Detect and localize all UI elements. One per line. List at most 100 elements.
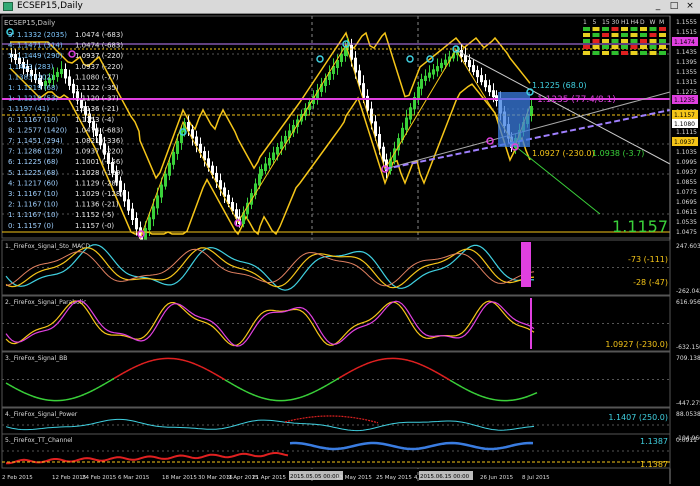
bb-segment: [147, 361, 150, 362]
candle-body: [409, 107, 412, 119]
bb-segment: [369, 362, 372, 363]
bb-segment: [39, 398, 42, 399]
signal-cell: [659, 39, 666, 43]
level-value: 1.1080 (-77): [75, 73, 119, 81]
candle-body: [340, 54, 343, 62]
level-value: 1.0474 (-683): [75, 31, 123, 39]
level-value: 1.1122 (-35): [75, 84, 119, 92]
signal-cell: [631, 39, 638, 43]
signal-cell: [650, 33, 657, 37]
level-label: 6: 1.1225 (68): [8, 158, 58, 166]
timeframe-header: D: [640, 19, 645, 26]
time-tick: 21 Apr 2015: [252, 475, 287, 481]
candle-body: [172, 152, 175, 165]
signal-cell: [583, 45, 590, 49]
indicator-scale-top: 0.0911: [676, 437, 697, 444]
signal-cell: [583, 33, 590, 37]
candle-body: [432, 69, 435, 74]
bb-segment: [33, 396, 36, 397]
level-value: 1.1136 (-21): [75, 105, 119, 113]
level-label: 2: 1.1167 (10): [8, 201, 58, 209]
candle-body: [428, 73, 431, 78]
bb-segment: [258, 397, 261, 398]
price-marker-label: 1.1235: [674, 97, 695, 104]
signal-cell: [593, 27, 600, 31]
time-axis: 2 Feb 201512 Feb 201524 Feb 20156 Mar 20…: [2, 471, 550, 481]
level-label: 1: 1.1219 (68): [8, 84, 58, 92]
level-value: 1.1001 (-156): [75, 158, 123, 166]
candle-body: [468, 60, 471, 67]
minimize-button[interactable]: _: [650, 1, 666, 12]
timeframe-header: 15: [602, 19, 610, 26]
indicator-panel-5[interactable]: 5._FireFox_TT_Channel0.09111.13871.1387: [2, 434, 697, 469]
indicator-name: 5._FireFox_TT_Channel: [5, 437, 73, 444]
level-value: 1.1152 (-5): [75, 211, 114, 219]
candle-body: [488, 85, 491, 92]
bb-segment: [150, 360, 153, 361]
indicator-value: 1.1407 (250.0): [608, 413, 668, 422]
indicator-panel-1[interactable]: 1._FireFox_Signal_Sto_MACD247.6030-262.0…: [2, 240, 700, 295]
candle-body: [168, 163, 171, 176]
candle-body: [176, 141, 179, 154]
bb-segment: [528, 395, 531, 396]
signal-cell: [593, 45, 600, 49]
level-label: 1.1197 (41): [8, 105, 49, 113]
signal-cell: [602, 45, 609, 49]
app-icon: [3, 2, 13, 11]
candle-body: [480, 75, 483, 82]
signal-cell: [650, 45, 657, 49]
indicator-value: 1.1387: [640, 437, 668, 446]
bb-segment: [519, 398, 522, 399]
indicator-panel-2[interactable]: 2._FireFox_Signal_Parabolic616.956-632.1…: [2, 296, 700, 351]
indicator-scale-top: 709.1388: [676, 355, 700, 362]
bb-segment: [72, 398, 75, 399]
fib-label: 1.1235 (77.4/8.1): [537, 95, 616, 105]
signal-cell: [659, 33, 666, 37]
level-label: 3: 1.1167 (10): [8, 190, 58, 198]
bb-segment: [402, 359, 405, 360]
signal-cell: [602, 39, 609, 43]
timeframe-header: 1: [583, 19, 587, 26]
bb-segment: [267, 399, 270, 400]
timeframe-header: H1: [621, 19, 630, 26]
level-value: 1.1153 (-4): [75, 116, 114, 124]
candle-body: [123, 190, 126, 201]
price-tick: 1.1115: [676, 129, 697, 136]
candle-body: [476, 70, 479, 77]
price-tick: 1.0695: [676, 199, 697, 206]
price-tick: 1.0855: [676, 179, 697, 186]
level-value: 1.0474 (-683): [75, 126, 123, 134]
signal-bar: [521, 242, 531, 287]
signal-cell: [621, 39, 628, 43]
bb-segment: [186, 361, 189, 362]
bb-segment: [30, 395, 33, 396]
level-label: 4: 1.1217 (60): [8, 179, 58, 187]
signal-cell: [612, 51, 619, 55]
bb-segment: [492, 399, 495, 400]
price-tick: 1.0995: [676, 159, 697, 166]
level-label: 1.1423 (283): [8, 63, 54, 71]
bb-segment: [78, 396, 81, 397]
bb-segment: [516, 399, 519, 400]
candle-body: [260, 169, 263, 176]
candle-body: [405, 118, 408, 130]
close-button[interactable]: ×: [682, 1, 698, 12]
signal-cell: [593, 51, 600, 55]
bb-segment: [411, 361, 414, 362]
indicator-scale-top: 247.6030: [676, 243, 700, 250]
chart-area[interactable]: ECSEP15,Daily 3: 1.1332 (2035)1.0474 (-6…: [0, 14, 700, 484]
maximize-button[interactable]: □: [666, 1, 682, 12]
candle-body: [280, 142, 283, 150]
level-value: 1.0821 (-336): [75, 137, 123, 145]
time-marker-label: 2015.06.15 00:00: [420, 474, 470, 480]
signal-cell: [612, 33, 619, 37]
fib-label: 1.1225 (68.0): [532, 81, 587, 90]
timeframe-header: 5: [593, 19, 597, 26]
bb-segment: [372, 361, 375, 362]
level-label: 4: 1.1471 (314): [8, 42, 63, 50]
signal-cell: [593, 39, 600, 43]
indicator-panel-3[interactable]: 3._FireFox_Signal_BB709.1388-447.275: [2, 352, 700, 407]
price-tick: 1.0535: [676, 219, 697, 226]
current-price-label: 1.1157: [612, 217, 668, 236]
indicator-scale-top: 616.956: [676, 299, 700, 306]
